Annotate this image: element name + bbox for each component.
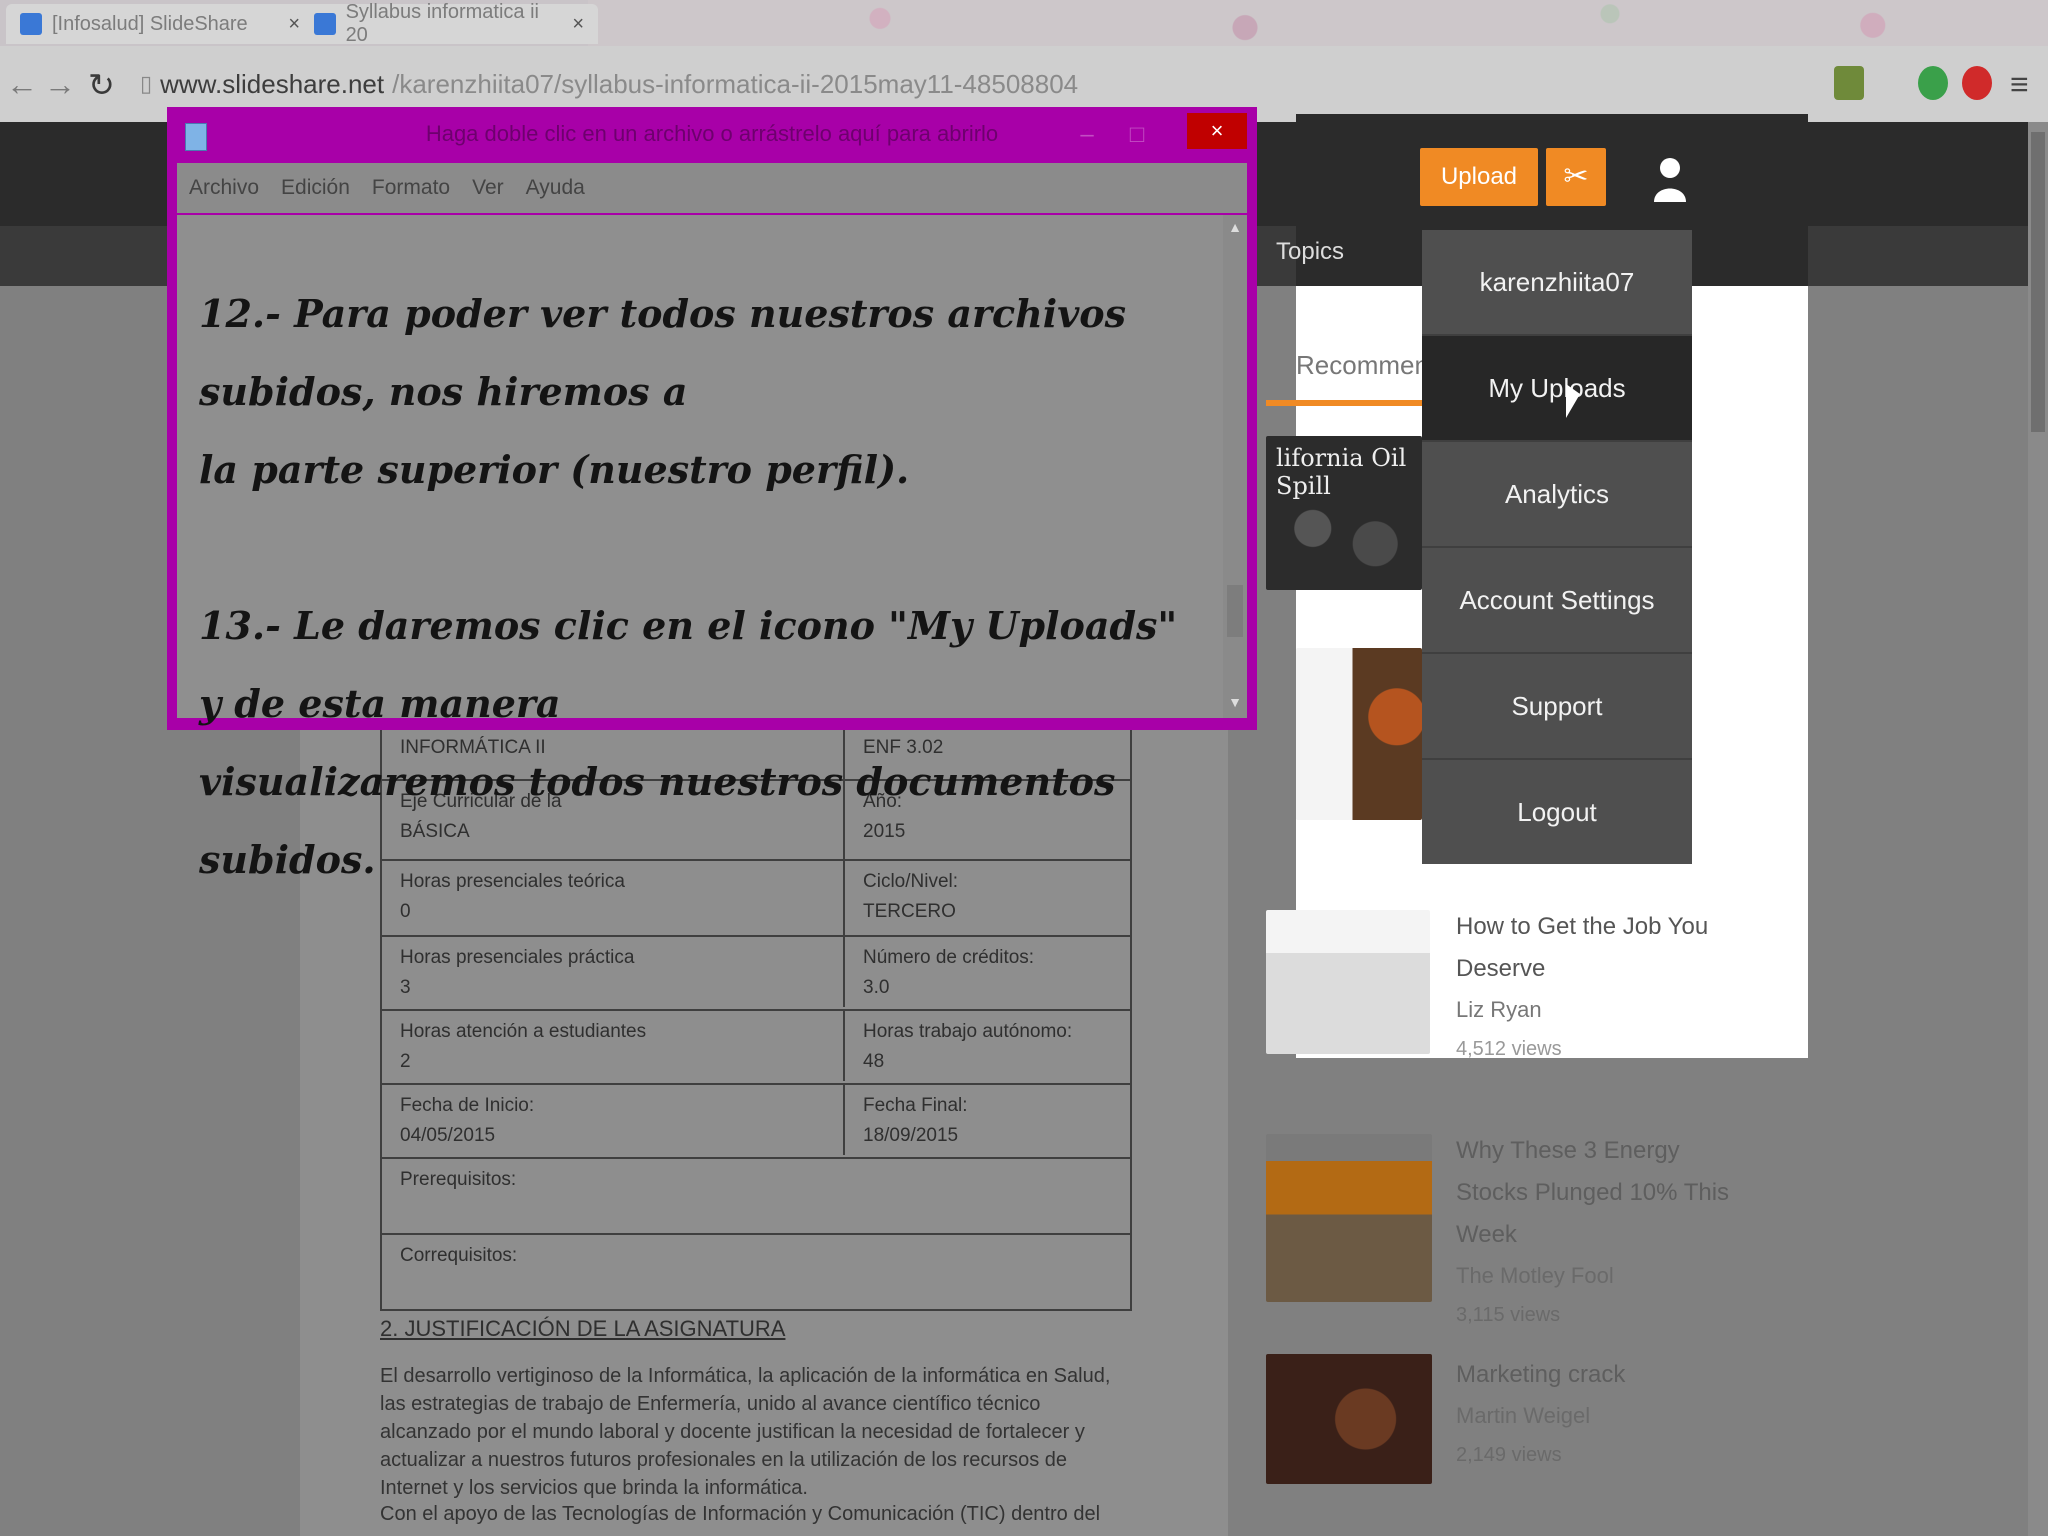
menu-item-logout[interactable]: Logout — [1422, 760, 1692, 864]
recommended-item[interactable]: Marketing crack Martin Weigel 2,149 view… — [1456, 1354, 1756, 1474]
table-row: Fecha de Inicio: 04/05/2015 Fecha Final:… — [382, 1085, 1130, 1159]
recommended-views: 2,149 views — [1456, 1444, 1562, 1466]
page-scroll-thumb[interactable] — [2031, 132, 2045, 432]
tabstrip-decoration — [588, 0, 2048, 46]
browser-tabstrip: [Infosalud] SlideShare × Syllabus inform… — [0, 0, 2048, 46]
recommended-author: Liz Ryan — [1456, 997, 1542, 1022]
table-row: Prerequisitos: — [382, 1159, 1130, 1235]
recommended-title: Why These 3 Energy Stocks Plunged 10% Th… — [1456, 1137, 1730, 1248]
clip-button[interactable]: ✂ — [1546, 148, 1606, 206]
table-row: Horas presenciales práctica 3 Número de … — [382, 937, 1130, 1011]
recommended-underline — [1266, 400, 1426, 406]
table-cell: Fecha de Inicio: 04/05/2015 — [382, 1085, 845, 1155]
menu-item-username[interactable]: karenzhiita07 — [1422, 230, 1692, 336]
menu-edicion[interactable]: Edición — [281, 176, 350, 200]
browser-tab-2[interactable]: Syllabus informatica ii 20 × — [300, 1, 598, 46]
notepad-text-area[interactable]: 12.- Para poder ver todos nuestros archi… — [177, 215, 1247, 882]
table-cell: Horas atención a estudiantes 2 — [382, 1011, 845, 1081]
menu-ayuda[interactable]: Ayuda — [526, 176, 585, 200]
menubar: Archivo Edición Formato Ver Ayuda — [177, 163, 1247, 213]
slideshare-favicon-icon — [314, 13, 336, 35]
extension-red-icon[interactable] — [1962, 66, 1992, 100]
page-icon: ▯ — [140, 71, 153, 96]
recommended-item[interactable]: Why These 3 Energy Stocks Plunged 10% Th… — [1456, 1130, 1756, 1334]
url-path: /karenzhiita07/syllabus-informatica-ii-2… — [392, 68, 1079, 99]
notepad-text: 12.- Para poder ver todos nuestros archi… — [199, 291, 1178, 882]
notepad-window: Haga doble clic en un archivo o arrástre… — [167, 107, 1257, 882]
slideshare-favicon-icon — [20, 13, 42, 35]
url-host: www.slideshare.net — [160, 68, 385, 99]
paragraph: El desarrollo vertiginoso de la Informát… — [380, 1365, 1111, 1499]
menu-item-analytics[interactable]: Analytics — [1422, 442, 1692, 548]
recommended-item[interactable]: How to Get the Job You Deserve Liz Ryan … — [1456, 906, 1756, 1068]
extension-icon[interactable] — [1834, 66, 1864, 100]
table-cell: Fecha Final: 18/09/2015 — [863, 1095, 968, 1146]
scroll-up-icon[interactable]: ▲ — [1223, 219, 1247, 239]
recommended-thumbnail[interactable] — [1296, 648, 1422, 820]
table-cell: Número de créditos: 3.0 — [863, 947, 1035, 998]
tab-close-icon[interactable]: × — [572, 13, 584, 36]
recommended-thumbnail[interactable] — [1266, 1134, 1432, 1302]
recommended-thumbnail[interactable]: lifornia Oil Spill — [1266, 436, 1422, 590]
user-dropdown-menu: karenzhiita07 My Uploads Analytics Accou… — [1422, 230, 1692, 864]
clip-icon: ✂ — [1563, 160, 1589, 193]
close-button[interactable]: × — [1187, 113, 1247, 149]
mouse-cursor-icon — [1566, 384, 1580, 418]
page-scrollbar[interactable] — [2028, 122, 2048, 1536]
recommended-author: Martin Weigel — [1456, 1403, 1591, 1428]
table-cell: Horas presenciales práctica 3 — [382, 937, 845, 1007]
user-icon[interactable] — [1650, 156, 1690, 202]
forward-icon[interactable]: → — [44, 66, 76, 103]
table-row: Correquisitos: — [382, 1235, 1130, 1309]
menu-item-account-settings[interactable]: Account Settings — [1422, 548, 1692, 654]
menu-icon[interactable]: ≡ — [2010, 66, 2029, 103]
scroll-thumb[interactable] — [1227, 585, 1243, 637]
recommended-thumbnail[interactable] — [1266, 1354, 1432, 1484]
menu-item-my-uploads[interactable]: My Uploads — [1422, 336, 1692, 442]
scroll-down-icon[interactable]: ▼ — [1223, 694, 1247, 714]
reload-icon[interactable]: ↻ — [88, 66, 115, 104]
tab-label: Syllabus informatica ii 20 — [345, 1, 539, 46]
recommended-title: Marketing crack — [1456, 1361, 1626, 1388]
maximize-icon[interactable]: □ — [1117, 115, 1157, 155]
table-cell: Prerequisitos: — [400, 1169, 517, 1190]
back-icon[interactable]: ← — [6, 66, 38, 103]
paragraph: Con el apoyo de las Tecnologías de Infor… — [380, 1503, 1101, 1536]
menu-item-support[interactable]: Support — [1422, 654, 1692, 760]
address-bar[interactable]: ▯ www.slideshare.net/karenzhiita07/sylla… — [140, 64, 1800, 104]
minimize-icon[interactable]: – — [1067, 115, 1107, 155]
section-heading: 2. JUSTIFICACIÓN DE LA ASIGNATURA — [380, 1316, 786, 1341]
recommended-views: 4,512 views — [1456, 1038, 1562, 1060]
menu-ver[interactable]: Ver — [472, 176, 504, 200]
table-cell: Correquisitos: — [400, 1245, 518, 1266]
screen: [Infosalud] SlideShare × Syllabus inform… — [0, 0, 2048, 1536]
upload-button[interactable]: Upload — [1420, 148, 1538, 206]
recommended-author: The Motley Fool — [1456, 1263, 1614, 1288]
table-cell: Horas trabajo autónomo: 48 — [863, 1021, 1073, 1072]
window-titlebar[interactable]: Haga doble clic en un archivo o arrástre… — [167, 107, 1257, 163]
vertical-scrollbar[interactable]: ▲ ▼ — [1223, 215, 1247, 718]
recommended-thumbnail[interactable] — [1266, 910, 1430, 1054]
extension-green-icon[interactable] — [1918, 66, 1948, 100]
browser-tab-1[interactable]: [Infosalud] SlideShare × — [6, 4, 314, 44]
menu-formato[interactable]: Formato — [372, 176, 450, 200]
tab-close-icon[interactable]: × — [288, 13, 300, 36]
recommended-views: 3,115 views — [1456, 1304, 1561, 1326]
table-row: Horas atención a estudiantes 2 Horas tra… — [382, 1011, 1130, 1085]
tab-label: [Infosalud] SlideShare — [52, 12, 248, 35]
topics-link[interactable]: Topics — [1276, 238, 1344, 266]
menu-archivo[interactable]: Archivo — [189, 176, 259, 200]
recommended-title: How to Get the Job You Deserve — [1456, 913, 1709, 982]
thumbnail-caption: lifornia Oil Spill — [1276, 444, 1407, 500]
